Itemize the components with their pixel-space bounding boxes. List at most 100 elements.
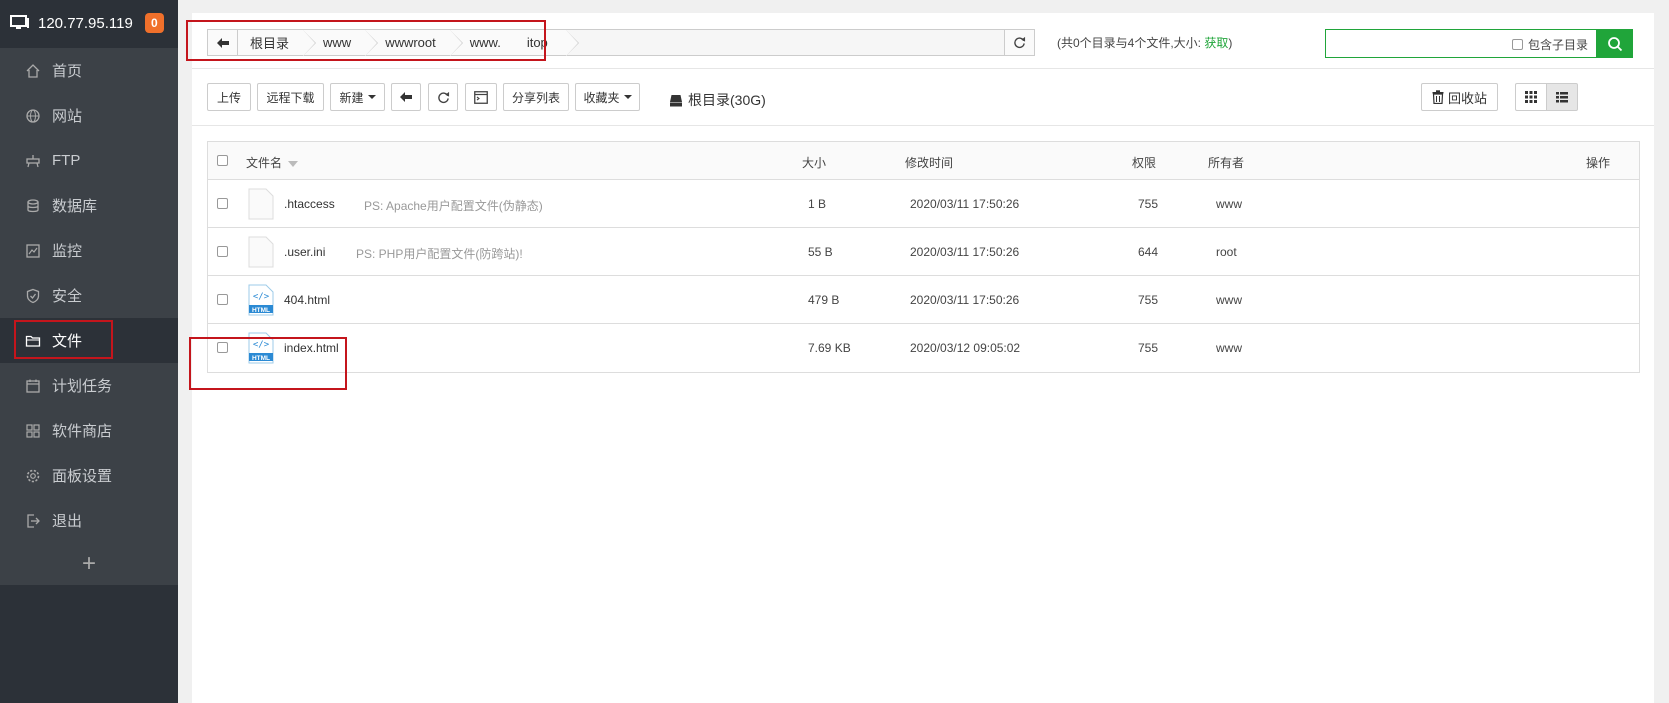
hard-drive-icon [670,94,682,106]
row-checkbox[interactable] [217,246,228,257]
sidebar-item-label: FTP [52,152,81,169]
upload-button[interactable]: 上传 [207,83,251,111]
add-shortcut-button[interactable]: + [0,543,178,585]
col-header-perm: 权限 [1132,156,1157,170]
sidebar-item-security[interactable]: 安全 [0,273,178,318]
file-mtime: 2020/03/11 17:50:26 [910,197,1020,211]
file-perm[interactable]: 755 [1138,197,1158,211]
file-name[interactable]: 404.html [284,293,330,307]
sidebar-item-ftp[interactable]: FTP [0,138,178,183]
file-name[interactable]: .user.ini [284,245,325,259]
file-note: PS: PHP用户配置文件(防跨站)! [356,247,523,261]
table-row[interactable]: </> HTML index.html 7.69 KB 2020/03/12 09… [208,324,1639,372]
search-box: 包含子目录 [1325,29,1597,58]
file-table: 文件名 大小 修改时间 权限 所有者 操作 .htaccess PS: Apac… [207,141,1640,373]
sidebar-item-cron[interactable]: 计划任务 [0,363,178,408]
file-perm[interactable]: 755 [1138,341,1158,355]
terminal-icon [474,90,488,104]
file-name[interactable]: .htaccess [284,197,335,211]
include-subdir-option[interactable]: 包含子目录 [1511,36,1588,53]
sidebar-item-label: 首页 [52,63,83,80]
search-button[interactable] [1597,29,1633,58]
include-subdir-checkbox[interactable] [1511,39,1523,50]
sidebar-item-label: 安全 [52,288,83,305]
logout-icon [27,513,40,528]
table-row[interactable]: .htaccess PS: Apache用户配置文件(伪静态) 1 B 2020… [208,180,1639,228]
shield-icon [26,288,40,303]
sidebar-item-label: 退出 [52,513,83,530]
back-button[interactable] [391,83,421,111]
search-input[interactable] [1326,30,1476,57]
home-icon [26,63,40,78]
server-header: 120.77.95.119 0 [0,0,178,46]
notification-badge[interactable]: 0 [144,13,164,33]
remote-download-button[interactable]: 远程下载 [257,83,324,111]
sort-caret-icon [288,160,299,167]
table-row[interactable]: .user.ini PS: PHP用户配置文件(防跨站)! 55 B 2020/… [208,228,1639,276]
highlight-files-menu [14,320,113,359]
file-perm[interactable]: 644 [1138,245,1158,259]
file-owner[interactable]: www [1216,341,1242,355]
trash-icon [1432,90,1444,104]
file-icon [248,236,274,268]
path-input-area[interactable] [566,30,1004,55]
calendar-icon [26,379,40,393]
search-icon [1608,36,1623,51]
sidebar-item-label: 软件商店 [52,423,113,440]
caret-down-icon [367,95,376,99]
arrow-left-icon [400,92,412,102]
row-checkbox[interactable] [217,198,228,209]
share-list-button[interactable]: 分享列表 [503,83,569,111]
row-checkbox[interactable] [217,294,228,305]
sidebar-item-label: 网站 [52,108,83,125]
sidebar-item-label: 数据库 [52,198,98,215]
terminal-button[interactable] [465,83,497,111]
sidebar-item-database[interactable]: 数据库 [0,183,178,228]
file-owner[interactable]: www [1216,197,1242,211]
sidebar-item-logout[interactable]: 退出 [0,498,178,543]
dir-stats-text: (共0个目录与4个文件,大小: [1057,36,1202,50]
sidebar-item-monitor[interactable]: 监控 [0,228,178,273]
dir-stats-close: ) [1228,36,1233,50]
file-size: 1 B [808,197,827,211]
refresh-icon [1014,36,1026,49]
file-icon [248,188,274,220]
col-header-ops: 操作 [1586,156,1611,170]
monitor-icon [26,243,40,258]
sidebar-item-label: 监控 [52,243,83,260]
file-owner[interactable]: root [1216,245,1237,259]
favorites-dropdown-button[interactable]: 收藏夹 [575,83,640,111]
ftp-icon [26,154,40,167]
get-size-link[interactable]: 获取 [1204,36,1228,50]
sidebar-item-website[interactable]: 网站 [0,93,178,138]
monitor-screen-icon [10,15,29,29]
globe-icon [26,108,40,123]
file-perm[interactable]: 755 [1138,293,1158,307]
table-row[interactable]: </> HTML 404.html 479 B 2020/03/11 17:50:… [208,276,1639,324]
file-size: 7.69 KB [808,341,851,355]
sidebar-item-label: 面板设置 [52,468,113,485]
sidebar-item-app-store[interactable]: 软件商店 [0,408,178,453]
favorites-label: 收藏夹 [583,90,620,105]
list-icon [1556,91,1568,102]
grid-icon [1525,91,1537,103]
refresh-button[interactable] [428,83,458,111]
disk-selector[interactable]: 根目录(30G) [669,90,766,110]
file-owner[interactable]: www [1216,293,1242,307]
file-size: 55 B [808,245,833,259]
file-mtime: 2020/03/12 09:05:02 [910,341,1021,355]
select-all-checkbox[interactable] [217,155,228,166]
col-header-size[interactable]: 大小 [802,154,826,171]
grid-view-button[interactable] [1515,83,1547,111]
apps-icon [26,423,40,438]
gear-icon [26,469,40,482]
sidebar-item-home[interactable]: 首页 [0,48,178,93]
sidebar-item-panel-settings[interactable]: 面板设置 [0,453,178,498]
col-header-name[interactable]: 文件名 [246,154,299,171]
col-header-mtime[interactable]: 修改时间 [905,154,953,171]
html-file-icon: </> HTML [248,284,274,316]
recycle-bin-button[interactable]: 回收站 [1421,83,1498,111]
new-dropdown-button[interactable]: 新建 [330,83,385,111]
path-refresh-button[interactable] [1004,30,1034,55]
list-view-button[interactable] [1546,83,1578,111]
